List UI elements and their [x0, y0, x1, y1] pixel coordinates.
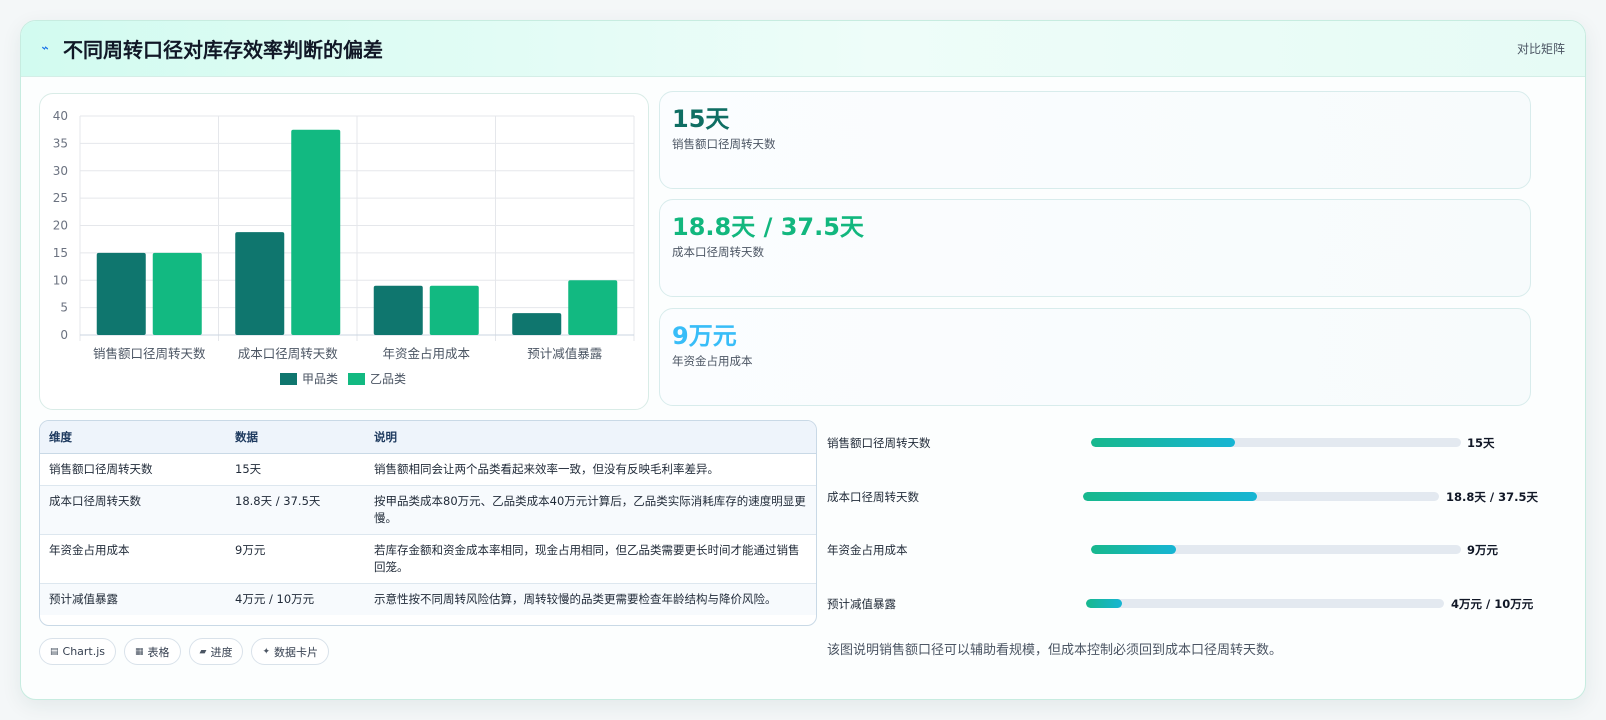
- main-card: ⌁ 不同周转口径对库存效率判断的偏差 对比矩阵 0 5 10 15 20 25 30 35 40…: [20, 20, 1586, 700]
- y-tick-label: 15: [53, 246, 68, 260]
- table-header-description: 说明: [365, 421, 816, 454]
- x-tick-label: 预计减值暴露: [527, 346, 603, 361]
- table-icon: ▦: [135, 646, 144, 657]
- table-row: 销售额口径周转天数 15天 销售额相同会让两个品类看起来效率一致，但没有反映毛利…: [40, 453, 816, 486]
- progress-label: 销售额口径周转天数: [827, 436, 931, 450]
- card-header: ⌁ 不同周转口径对库存效率判断的偏差 对比矩阵: [21, 21, 1585, 77]
- progress-track: [1083, 492, 1439, 501]
- table-cell-data: 4万元 / 10万元: [226, 583, 365, 615]
- y-tick-label: 0: [60, 328, 68, 342]
- y-tick-label: 5: [60, 301, 68, 315]
- table-row: 预计减值暴露 4万元 / 10万元 示意性按不同周转风险估算，周转较慢的品类更需…: [40, 583, 816, 615]
- chart-icon: ▤: [50, 646, 59, 657]
- tag-label: 数据卡片: [274, 645, 319, 659]
- y-tick-label: 20: [53, 219, 68, 233]
- progress-track: [1086, 599, 1444, 608]
- stat-value: 18.8天 / 37.5天: [672, 213, 864, 241]
- stat-label: 销售额口径周转天数: [672, 137, 776, 151]
- stat-card-sales-days: 15天 销售额口径周转天数: [659, 91, 1531, 189]
- sparkle-icon: ✦: [262, 646, 271, 657]
- progress-row-sales-days: 销售额口径周转天数 15天: [827, 432, 1537, 452]
- stat-card-cost-days: 18.8天 / 37.5天 成本口径周转天数: [659, 199, 1531, 297]
- comparison-table: 维度 数据 说明 销售额口径周转天数 15天 销售额相同会让两个品类看起来效率一…: [39, 420, 817, 626]
- tag-label: 进度: [210, 645, 233, 659]
- table-cell-dimension: 成本口径周转天数: [40, 485, 226, 535]
- progress-label: 预计减值暴露: [827, 597, 896, 611]
- progress-fill: [1091, 438, 1236, 447]
- stat-label: 年资金占用成本: [672, 354, 753, 368]
- stat-card-capital-cost: 9万元 年资金占用成本: [659, 308, 1531, 406]
- x-tick-label: 年资金占用成本: [382, 346, 470, 361]
- bar-series-a: [235, 232, 285, 335]
- compare-matrix-link[interactable]: 对比矩阵: [1517, 40, 1565, 57]
- bar-series-a: [512, 313, 562, 335]
- progress-value: 9万元: [1467, 543, 1499, 557]
- y-tick-label: 30: [53, 164, 68, 178]
- x-tick-label: 成本口径周转天数: [238, 346, 339, 361]
- tag-progress[interactable]: ▰ 进度: [188, 638, 244, 665]
- bar-series-b: [568, 280, 618, 335]
- table-cell-dimension: 预计减值暴露: [40, 583, 226, 615]
- tag-list: ▤ Chart.js ▦ 表格 ▰ 进度 ✦ 数据卡片: [39, 638, 330, 665]
- table-cell-description: 按甲品类成本80万元、乙品类成本40万元计算后，乙品类实际消耗库存的速度明显更慢…: [365, 485, 816, 535]
- table-cell-dimension: 年资金占用成本: [40, 534, 226, 584]
- progress-label: 年资金占用成本: [827, 543, 908, 557]
- table-header-row: 维度 数据 说明: [40, 421, 816, 454]
- table-cell-data: 18.8天 / 37.5天: [226, 485, 365, 535]
- y-tick-label: 35: [53, 136, 68, 150]
- progress-fill: [1083, 492, 1258, 501]
- legend-swatch: [348, 373, 365, 385]
- table-header-dimension: 维度: [40, 421, 226, 454]
- bar-series-b: [291, 129, 341, 335]
- table-cell-description: 若库存金额和资金成本率相同，现金占用相同，但乙品类需要更长时间才能通过销售回笼。: [365, 534, 816, 584]
- table-row: 成本口径周转天数 18.8天 / 37.5天 按甲品类成本80万元、乙品类成本4…: [40, 485, 816, 535]
- progress-track: [1091, 438, 1461, 447]
- table-row: 年资金占用成本 9万元 若库存金额和资金成本率相同，现金占用相同，但乙品类需要更…: [40, 534, 816, 584]
- stat-label: 成本口径周转天数: [672, 245, 764, 259]
- bolt-icon: ⌁: [38, 41, 52, 56]
- table-cell-description: 示意性按不同周转风险估算，周转较慢的品类更需要检查年龄结构与降价风险。: [365, 583, 816, 615]
- progress-value: 18.8天 / 37.5天: [1446, 490, 1538, 504]
- tag-table[interactable]: ▦ 表格: [124, 638, 181, 665]
- y-tick-label: 40: [53, 109, 68, 123]
- legend-label: 甲品类: [302, 372, 338, 386]
- table-cell-data: 15天: [226, 453, 365, 486]
- chart-svg: 0 5 10 15 20 25 30 35 40 销售额口径周转天数 成本口径周转天数 年资金占用成本…: [53, 109, 635, 386]
- progress-row-impairment: 预计减值暴露 4万元 / 10万元: [827, 593, 1537, 613]
- progress-fill: [1091, 545, 1177, 554]
- stat-value: 15天: [672, 105, 730, 133]
- progress-icon: ▰: [199, 646, 207, 657]
- bar-series-b: [152, 252, 202, 335]
- progress-value: 4万元 / 10万元: [1451, 597, 1534, 611]
- progress-fill: [1086, 599, 1122, 608]
- table-cell-data: 9万元: [226, 534, 365, 584]
- y-tick-label: 25: [53, 191, 68, 205]
- progress-label: 成本口径周转天数: [827, 490, 919, 504]
- table-header-data: 数据: [226, 421, 365, 454]
- legend-label: 乙品类: [370, 372, 406, 386]
- tag-label: Chart.js: [62, 645, 106, 658]
- stat-value: 9万元: [672, 322, 737, 350]
- table-cell-dimension: 销售额口径周转天数: [40, 453, 226, 486]
- tag-data-card[interactable]: ✦ 数据卡片: [251, 638, 330, 665]
- footnote: 该图说明销售额口径可以辅助看规模，但成本控制必须回到成本口径周转天数。: [827, 643, 1283, 658]
- page-title: 不同周转口径对库存效率判断的偏差: [63, 38, 383, 62]
- tag-label: 表格: [147, 645, 170, 659]
- progress-row-capital-cost: 年资金占用成本 9万元: [827, 539, 1537, 559]
- bar-chart: 0 5 10 15 20 25 30 35 40 销售额口径周转天数 成本口径周转天数 年资金占用成本…: [39, 93, 649, 410]
- x-tick-label: 销售额口径周转天数: [93, 346, 206, 361]
- tag-chartjs[interactable]: ▤ Chart.js: [39, 638, 117, 665]
- bar-series-a: [96, 252, 146, 335]
- legend-swatch: [280, 373, 297, 385]
- progress-row-cost-days: 成本口径周转天数 18.8天 / 37.5天: [827, 486, 1538, 506]
- progress-track: [1091, 545, 1461, 554]
- bar-series-b: [429, 285, 479, 335]
- table-cell-description: 销售额相同会让两个品类看起来效率一致，但没有反映毛利率差异。: [365, 453, 816, 486]
- progress-value: 15天: [1467, 436, 1495, 450]
- bar-series-a: [373, 285, 423, 335]
- y-tick-label: 10: [53, 273, 68, 287]
